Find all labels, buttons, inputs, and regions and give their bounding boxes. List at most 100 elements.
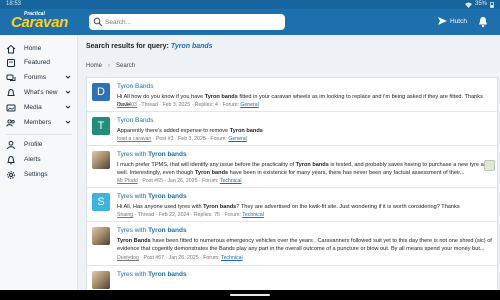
logo-big-text: Caravan: [11, 14, 69, 31]
result-snippet: Tyron Bands have been fitted to numerous…: [117, 238, 492, 252]
query-term: Tyron bands: [170, 43, 213, 50]
result-snippet: I much prefer TPMS, that will identify a…: [117, 162, 487, 176]
result-username[interactable]: Shaing: [117, 212, 133, 218]
sidebar-item-settings[interactable]: Settings: [0, 169, 78, 182]
sidebar-item-label: Members: [24, 119, 52, 126]
system-nav-bar: [0, 290, 500, 300]
result-meta: doc2403 · Thread · Feb 3, 2025 · Replies…: [117, 102, 259, 108]
app-header: Practical Caravan Hutch: [0, 9, 500, 35]
page-title-prefix: Search results for query:: [86, 43, 169, 50]
result-forum-link[interactable]: Technical: [242, 212, 264, 218]
result-item[interactable]: D Tyron Bands Hi All how do you know if …: [87, 78, 499, 112]
avatar[interactable]: D: [92, 83, 110, 101]
breadcrumb-separator: ›: [108, 63, 111, 69]
result-meta: Shaing · Thread · Feb 22, 2024 · Replies…: [117, 212, 264, 218]
result-title-highlight: Tyron bands: [148, 151, 187, 158]
result-forum-link[interactable]: Technical: [220, 178, 242, 184]
sidebar-item-label: Media: [24, 104, 42, 111]
result-item[interactable]: T Tyron Bands Apparently there's added e…: [87, 112, 499, 146]
sidebar-item-profile[interactable]: Profile: [0, 139, 78, 152]
result-title-text: Tyron Bands: [117, 117, 154, 124]
site-logo[interactable]: Practical Caravan: [10, 11, 82, 33]
user-icon: [7, 140, 15, 150]
alert-icon: [7, 155, 15, 165]
sidebar: Home Featured Forums What's new Media Me…: [0, 35, 78, 300]
result-meta-info: · Post #67 · Jan 26, 2025 · Forum:: [138, 255, 222, 261]
alerts-bell-icon[interactable]: [478, 16, 488, 28]
sidebar-item-media[interactable]: Media: [0, 102, 78, 115]
username: Hutch: [450, 17, 467, 25]
result-forum-link[interactable]: General: [228, 136, 246, 142]
sidebar-item-label: What's new: [24, 89, 58, 96]
chevron-down-icon[interactable]: [65, 74, 71, 80]
result-title-text: Tyres with: [117, 271, 149, 278]
user-arrow-icon: [438, 17, 447, 25]
result-title-highlight: Tyron bands: [148, 227, 187, 234]
result-snippet: Hi All, Has anyone used tyres with Tyron…: [117, 204, 460, 210]
media-icon: [6, 104, 16, 112]
sidebar-item-label: Featured: [24, 59, 51, 66]
result-meta: Dustydog · Post #67 · Jan 26, 2025 · For…: [117, 255, 243, 261]
bookmark-icon: [7, 59, 15, 67]
sidebar-item-featured[interactable]: Featured: [0, 57, 78, 70]
sidebar-item-home[interactable]: Home: [0, 43, 78, 56]
battery-percent: 35%: [474, 1, 487, 7]
search-box[interactable]: [89, 14, 285, 30]
result-title[interactable]: Tyres with Tyron bands: [117, 227, 187, 234]
result-item[interactable]: S Tyres with Tyron bands Hi All, Has any…: [87, 188, 499, 222]
chevron-down-icon[interactable]: [65, 104, 71, 110]
sidebar-item-label: Profile: [24, 141, 43, 148]
status-bar: 18:53 35%: [0, 0, 500, 9]
wifi-icon: [464, 2, 472, 8]
result-meta-info: · Thread · Feb 3, 2025 · Replies: 4 · Fo…: [136, 102, 241, 108]
result-title[interactable]: Tyron Bands: [117, 117, 154, 124]
search-input[interactable]: [105, 16, 275, 28]
result-item[interactable]: Tyres with Tyron bands Tyron Bands have …: [87, 222, 499, 266]
floating-widget-icon[interactable]: [484, 160, 495, 171]
result-username[interactable]: Mr Plodd: [117, 178, 138, 184]
gesture-handle[interactable]: [230, 294, 270, 296]
gear-icon: [7, 171, 15, 179]
result-title[interactable]: Tyres with Tyron bands: [117, 271, 187, 278]
result-title-text: Tyres with: [117, 227, 149, 234]
sidebar-item-members[interactable]: Members: [0, 117, 78, 130]
result-title[interactable]: Tyres with Tyron bands: [117, 193, 187, 200]
sidebar-item-forums[interactable]: Forums: [0, 72, 78, 85]
breadcrumb: Home › Search: [86, 63, 135, 69]
result-title[interactable]: Tyron Bands: [117, 83, 154, 90]
result-meta: Mr Plodd · Post #65 · Jan 26, 2025 · For…: [117, 178, 242, 184]
result-forum-link[interactable]: General: [240, 102, 258, 108]
sidebar-item-label: Home: [24, 45, 42, 52]
result-title-text: Tyres with: [117, 151, 149, 158]
avatar[interactable]: [92, 271, 110, 289]
user-menu[interactable]: Hutch: [438, 17, 467, 25]
result-title-highlight: Tyron bands: [148, 193, 187, 200]
search-icon: [93, 17, 103, 27]
result-title-text: Tyron Bands: [117, 83, 154, 90]
result-title[interactable]: Tyres with Tyron bands: [117, 151, 187, 158]
chevron-down-icon[interactable]: [65, 119, 71, 125]
result-username[interactable]: Dustydog: [117, 255, 139, 261]
avatar[interactable]: [92, 151, 110, 169]
avatar[interactable]: T: [92, 117, 110, 135]
result-meta-info: · Post #65 · Jan 26, 2025 · Forum:: [137, 178, 220, 184]
home-icon: [6, 44, 16, 54]
avatar[interactable]: [92, 227, 110, 245]
result-forum-link[interactable]: Technical: [221, 255, 243, 261]
sidebar-item-label: Alerts: [24, 156, 41, 163]
result-username[interactable]: toad a caravan: [117, 136, 151, 142]
sidebar-item-whats-new[interactable]: What's new: [0, 87, 78, 100]
main-content: Search results for query: Tyron bands Ho…: [78, 35, 500, 300]
chevron-down-icon[interactable]: [65, 89, 71, 95]
result-title-highlight: Tyron bands: [148, 271, 187, 278]
sidebar-item-alerts[interactable]: Alerts: [0, 154, 78, 167]
result-title-text: Tyres with: [117, 193, 149, 200]
result-username[interactable]: doc2403: [117, 102, 137, 108]
result-meta-info: · Thread · Feb 22, 2024 · Replies: 75 · …: [133, 212, 243, 218]
sidebar-item-label: Forums: [24, 74, 47, 81]
avatar[interactable]: S: [92, 193, 110, 211]
result-item[interactable]: Tyres with Tyron bands I much prefer TPM…: [87, 146, 499, 188]
breadcrumb-home[interactable]: Home: [86, 63, 102, 69]
result-meta: toad a caravan · Post #3 · Feb 3, 2025 ·…: [117, 136, 247, 142]
breadcrumb-search[interactable]: Search: [116, 63, 135, 69]
